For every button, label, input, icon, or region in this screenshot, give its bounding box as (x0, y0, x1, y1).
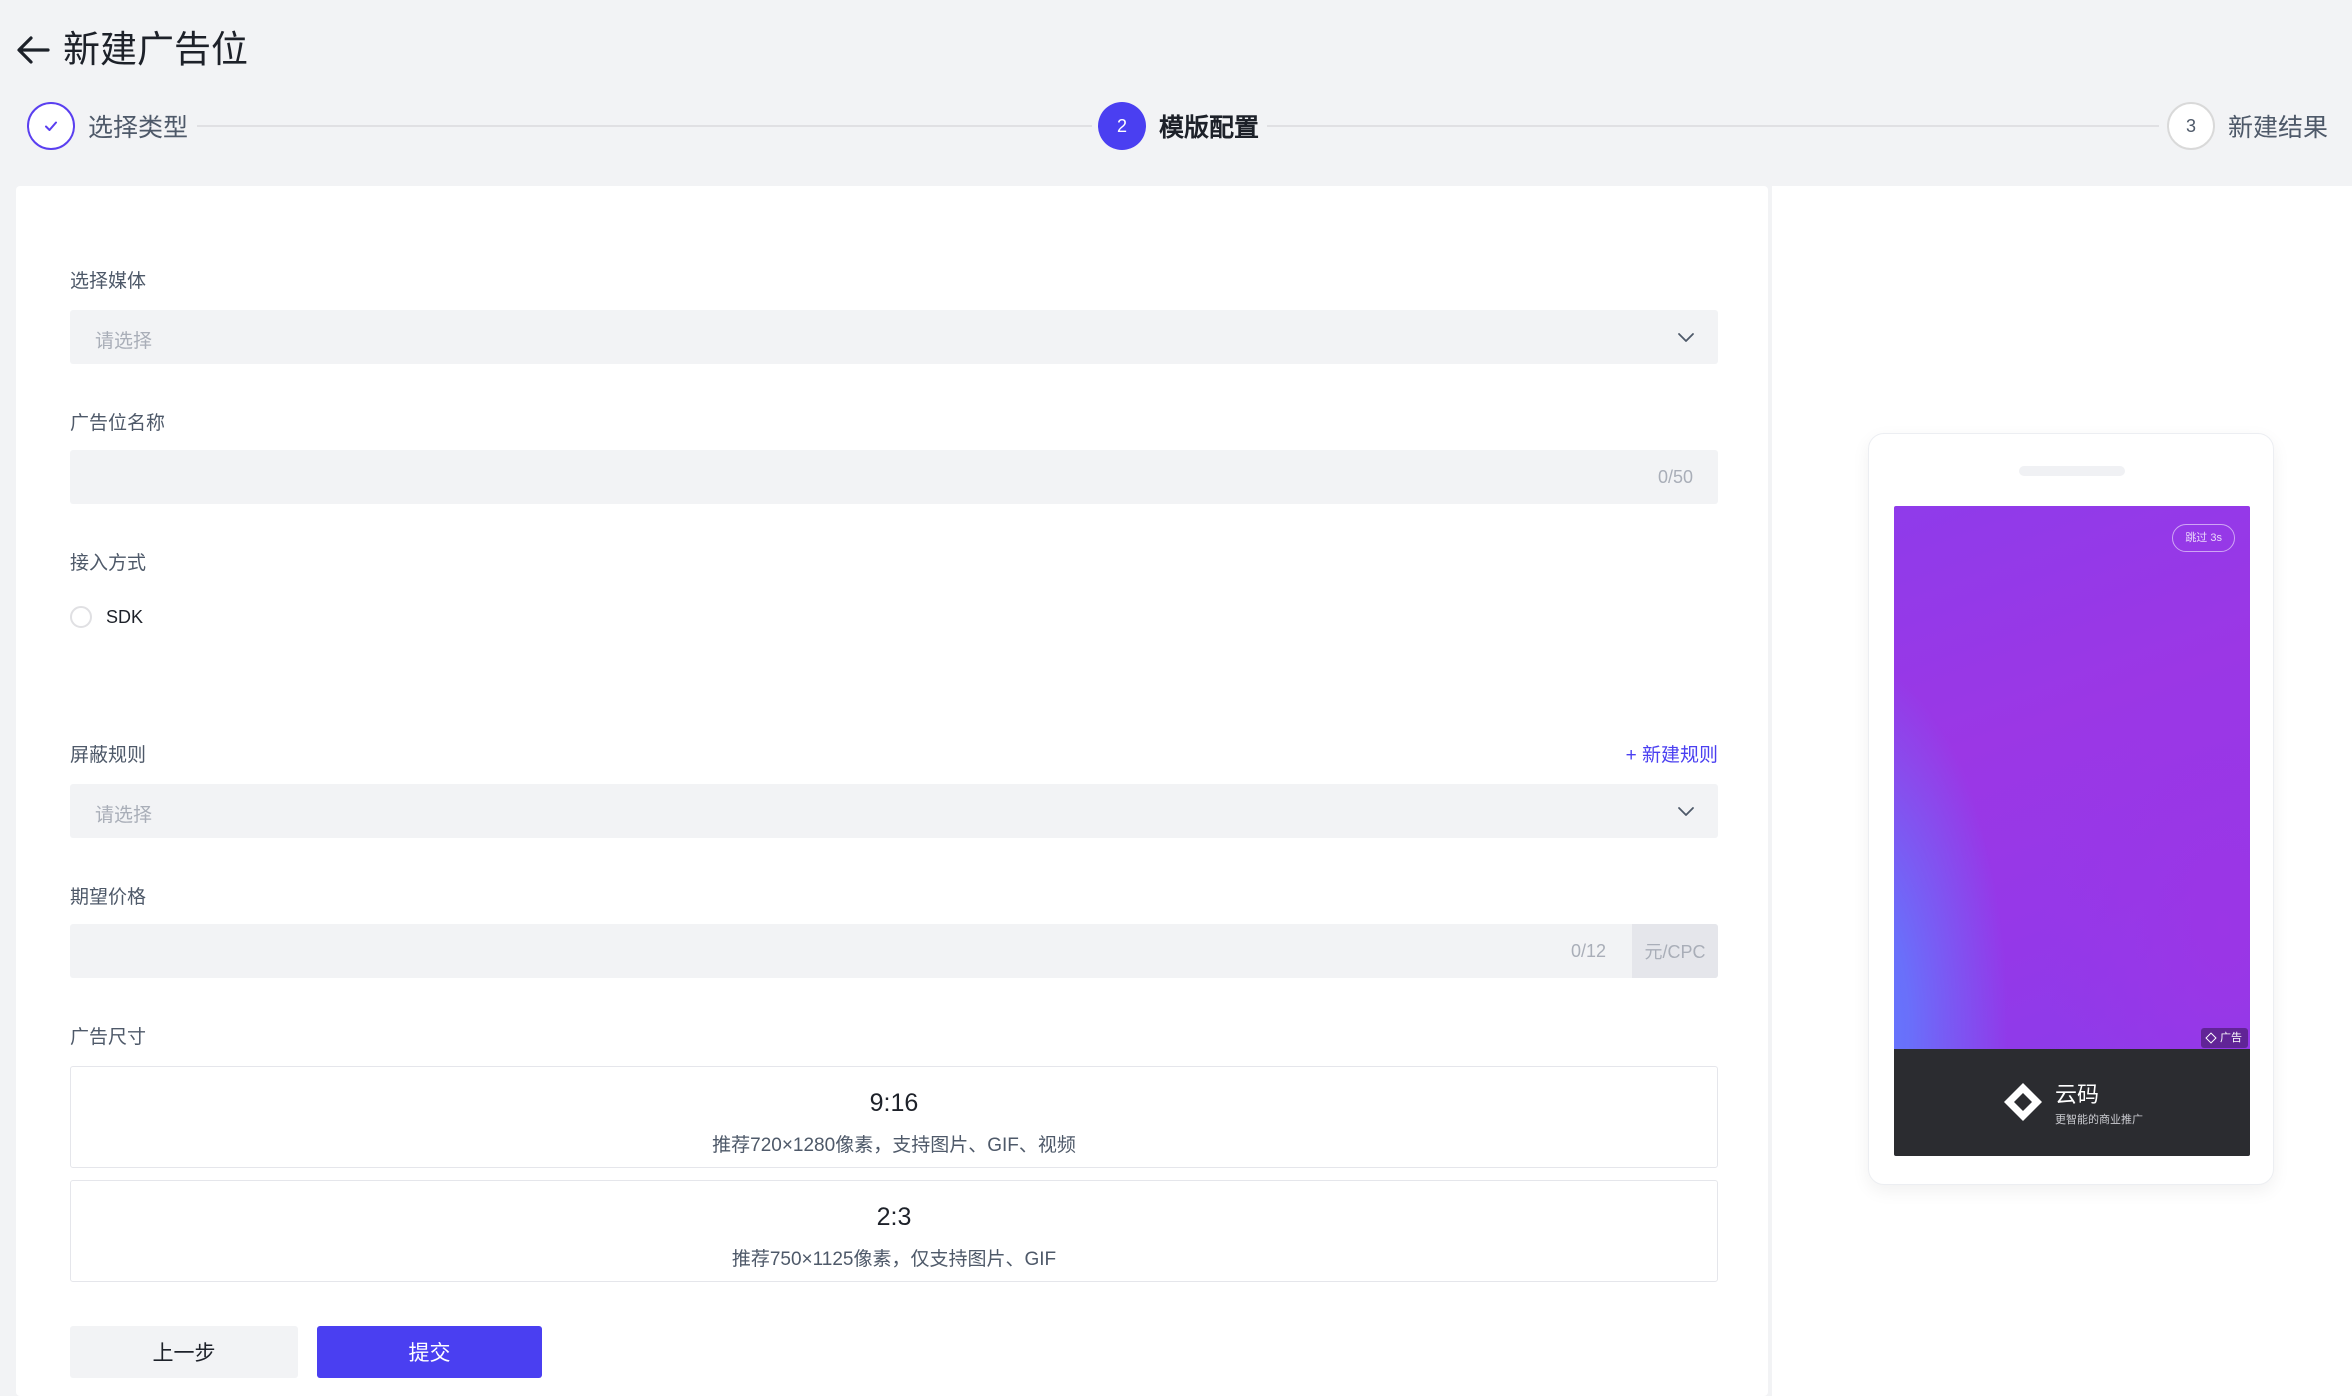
step-label: 选择类型 (88, 114, 189, 142)
chevron-down-icon (1678, 807, 1694, 816)
brand-logo-icon (2004, 1083, 2042, 1121)
diamond-icon (2205, 1032, 2217, 1044)
size-ratio: 9:16 (869, 1089, 919, 1117)
step-number: 2 (1098, 102, 1146, 150)
phone-preview: 跳过 3s 广告 云码 更智能的商业推广 (1868, 433, 2274, 1185)
brand-slogan: 更智能的商业推广 (2055, 1114, 2143, 1126)
page-title: 新建广告位 (63, 29, 248, 70)
access-radio-sdk[interactable]: SDK (70, 606, 143, 628)
submit-button[interactable]: 提交 (317, 1326, 542, 1378)
size-option-9-16[interactable]: 9:16 推荐720×1280像素，支持图片、GIF、视频 (70, 1066, 1718, 1168)
arrow-left-icon[interactable] (14, 30, 54, 70)
ad-tag-label: 广告 (2220, 1032, 2242, 1044)
access-label: 接入方式 (70, 553, 147, 574)
size-option-2-3[interactable]: 2:3 推荐750×1125像素，仅支持图片、GIF (70, 1180, 1718, 1282)
phone-speaker (2019, 466, 2125, 476)
skip-button[interactable]: 跳过 3s (2172, 524, 2235, 552)
ad-tag: 广告 (2201, 1028, 2248, 1048)
block-rules-label: 屏蔽规则 (70, 745, 147, 766)
prev-step-button[interactable]: 上一步 (70, 1326, 298, 1378)
chevron-down-icon (1678, 333, 1694, 342)
step-label: 新建结果 (2228, 114, 2329, 142)
media-select[interactable]: 请选择 (70, 310, 1718, 364)
page-header: 新建广告位 选择类型 2 模版配置 3 新建结果 (0, 0, 2352, 186)
step-select-type[interactable]: 选择类型 (27, 101, 188, 151)
check-icon (27, 102, 75, 150)
radio-circle (70, 606, 92, 628)
block-rules-select[interactable]: 请选择 (70, 784, 1718, 838)
size-desc: 推荐750×1125像素，仅支持图片、GIF (731, 1249, 1057, 1270)
step-create-result[interactable]: 3 新建结果 (2167, 101, 2328, 151)
price-unit-suffix: 元/CPC (1632, 924, 1718, 978)
media-placeholder: 请选择 (95, 331, 153, 352)
media-label: 选择媒体 (70, 271, 147, 292)
name-input[interactable]: 0/50 (70, 450, 1718, 504)
size-label: 广告尺寸 (70, 1027, 147, 1048)
brand-name: 云码 (2055, 1082, 2100, 1107)
step-connector (1267, 125, 2159, 127)
step-template-config[interactable]: 2 模版配置 (1098, 101, 1259, 151)
add-rule-link[interactable]: + 新建规则 (1626, 740, 1718, 767)
phone-screen: 跳过 3s 广告 云码 更智能的商业推广 (1894, 506, 2250, 1156)
stepper: 选择类型 2 模版配置 3 新建结果 (27, 101, 2328, 151)
ad-creative-image: 跳过 3s 广告 (1894, 506, 2250, 1049)
brand-bar: 云码 更智能的商业推广 (1894, 1049, 2250, 1156)
block-rules-placeholder: 请选择 (95, 805, 153, 826)
step-number: 3 (2167, 102, 2215, 150)
price-label: 期望价格 (70, 887, 147, 908)
price-input[interactable]: 0/12 元/CPC (70, 924, 1718, 978)
step-connector (197, 125, 1092, 127)
radio-label: SDK (106, 606, 144, 627)
form-card: 选择媒体 请选择 广告位名称 0/50 接入方式 SDK 屏蔽规则 + 新建规则… (16, 186, 1768, 1396)
size-desc: 推荐720×1280像素，支持图片、GIF、视频 (712, 1135, 1076, 1156)
name-label: 广告位名称 (70, 413, 166, 434)
step-label: 模版配置 (1159, 114, 1260, 142)
price-counter: 0/12 (1570, 941, 1606, 961)
size-ratio: 2:3 (876, 1203, 912, 1231)
name-counter: 0/50 (1657, 467, 1693, 487)
